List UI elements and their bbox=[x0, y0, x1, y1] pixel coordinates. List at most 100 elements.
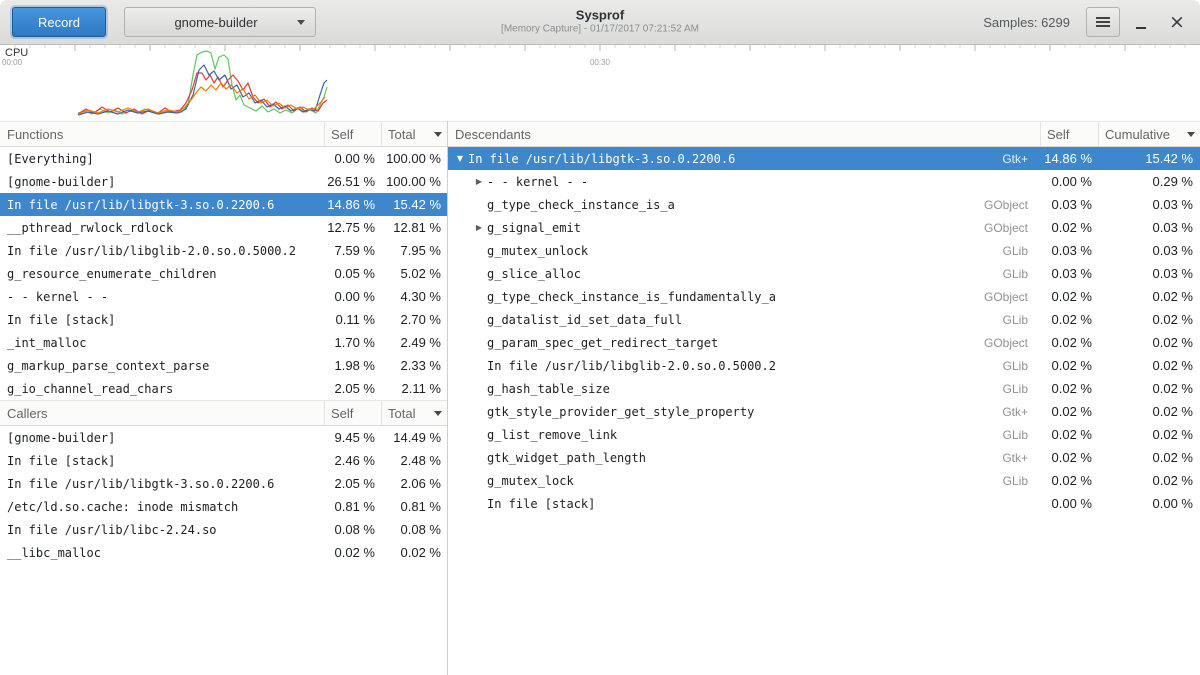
cpu-timeline[interactable]: CPU 00:00 00:30 bbox=[0, 45, 1200, 121]
callers-column-header[interactable]: Callers bbox=[0, 401, 324, 425]
menu-button[interactable] bbox=[1086, 7, 1120, 37]
descendants-table-header: Descendants Self Cumulative bbox=[448, 121, 1200, 147]
expander-collapsed-icon[interactable]: ▶ bbox=[471, 177, 487, 186]
table-row[interactable]: g_mutex_lockGLib0.02 %0.02 % bbox=[448, 469, 1200, 492]
cumulative-percent: 0.03 % bbox=[1098, 243, 1200, 258]
close-button[interactable]: × bbox=[1162, 7, 1192, 37]
cumulative-percent: 0.02 % bbox=[1098, 381, 1200, 396]
self-percent: 0.02 % bbox=[1040, 427, 1098, 442]
cumulative-percent: 0.02 % bbox=[1098, 427, 1200, 442]
right-pane: Descendants Self Cumulative ▼In file /us… bbox=[448, 121, 1200, 675]
library-category: GLib bbox=[1003, 359, 1040, 373]
self-percent: 0.81 % bbox=[324, 499, 381, 514]
sort-descending-icon bbox=[434, 411, 442, 416]
library-category: GObject bbox=[984, 290, 1040, 304]
table-row[interactable]: __libc_malloc0.02 %0.02 % bbox=[0, 541, 447, 564]
self-percent: 0.02 % bbox=[1040, 450, 1098, 465]
library-category: GLib bbox=[1003, 244, 1040, 258]
table-row[interactable]: _int_malloc1.70 %2.49 % bbox=[0, 331, 447, 354]
minimize-icon bbox=[1136, 27, 1146, 29]
table-row[interactable]: ▶g_signal_emitGObject0.02 %0.03 % bbox=[448, 216, 1200, 239]
table-row[interactable]: g_markup_parse_context_parse1.98 %2.33 % bbox=[0, 354, 447, 377]
time-label-mid: 00:30 bbox=[590, 58, 610, 67]
table-row[interactable]: /etc/ld.so.cache: inode mismatch0.81 %0.… bbox=[0, 495, 447, 518]
self-percent: 2.05 % bbox=[324, 476, 381, 491]
table-row[interactable]: [Everything]0.00 %100.00 % bbox=[0, 147, 447, 170]
cpu-red-line bbox=[78, 73, 327, 114]
table-row[interactable]: g_type_check_instance_is_fundamentally_a… bbox=[448, 285, 1200, 308]
function-name: g_param_spec_get_redirect_target bbox=[487, 336, 718, 350]
table-row[interactable]: g_resource_enumerate_children0.05 %5.02 … bbox=[0, 262, 447, 285]
expander-collapsed-icon[interactable]: ▶ bbox=[471, 223, 487, 232]
function-name: [Everything] bbox=[0, 152, 324, 166]
table-row[interactable]: g_list_remove_linkGLib0.02 %0.02 % bbox=[448, 423, 1200, 446]
library-category: GLib bbox=[1003, 428, 1040, 442]
callers-self-column-header[interactable]: Self bbox=[324, 401, 381, 425]
cumulative-percent: 0.03 % bbox=[1098, 220, 1200, 235]
table-row[interactable]: g_type_check_instance_is_aGObject0.03 %0… bbox=[448, 193, 1200, 216]
total-percent: 2.49 % bbox=[381, 335, 447, 350]
cumulative-percent: 15.42 % bbox=[1098, 151, 1200, 166]
callers-total-column-header[interactable]: Total bbox=[381, 401, 447, 425]
table-row[interactable]: [gnome-builder]9.45 %14.49 % bbox=[0, 426, 447, 449]
table-row[interactable]: [gnome-builder]26.51 %100.00 % bbox=[0, 170, 447, 193]
descendants-self-column-header[interactable]: Self bbox=[1040, 122, 1098, 146]
table-row[interactable]: In file [stack]0.11 %2.70 % bbox=[0, 308, 447, 331]
table-row[interactable]: g_hash_table_sizeGLib0.02 %0.02 % bbox=[448, 377, 1200, 400]
table-row[interactable]: In file [stack]2.46 %2.48 % bbox=[0, 449, 447, 472]
self-percent: 2.05 % bbox=[324, 381, 381, 396]
table-row[interactable]: g_param_spec_get_redirect_targetGObject0… bbox=[448, 331, 1200, 354]
library-category: GLib bbox=[1003, 474, 1040, 488]
total-percent: 14.49 % bbox=[381, 430, 447, 445]
cumulative-percent: 0.29 % bbox=[1098, 174, 1200, 189]
total-percent: 4.30 % bbox=[381, 289, 447, 304]
table-row[interactable]: In file /usr/lib/libglib-2.0.so.0.5000.2… bbox=[0, 239, 447, 262]
descendants-column-header[interactable]: Descendants bbox=[448, 122, 1040, 146]
table-row[interactable]: In file /usr/lib/libglib-2.0.so.0.5000.2… bbox=[448, 354, 1200, 377]
table-row[interactable]: g_mutex_unlockGLib0.03 %0.03 % bbox=[448, 239, 1200, 262]
record-button[interactable]: Record bbox=[12, 7, 106, 37]
function-name: In file [stack] bbox=[0, 454, 324, 468]
cumulative-percent: 0.02 % bbox=[1098, 404, 1200, 419]
function-name: - - kernel - - bbox=[0, 290, 324, 304]
expander-expanded-icon[interactable]: ▼ bbox=[452, 154, 468, 163]
cumulative-percent: 0.02 % bbox=[1098, 473, 1200, 488]
self-percent: 0.00 % bbox=[324, 151, 381, 166]
self-percent: 0.02 % bbox=[1040, 312, 1098, 327]
self-percent: 0.03 % bbox=[1040, 266, 1098, 281]
table-row[interactable]: g_slice_allocGLib0.03 %0.03 % bbox=[448, 262, 1200, 285]
self-percent: 0.11 % bbox=[324, 312, 381, 327]
table-row[interactable]: gtk_widget_path_lengthGtk+0.02 %0.02 % bbox=[448, 446, 1200, 469]
total-percent: 15.42 % bbox=[381, 197, 447, 212]
table-row[interactable]: __pthread_rwlock_rdlock12.75 %12.81 % bbox=[0, 216, 447, 239]
function-name: [gnome-builder] bbox=[0, 431, 324, 445]
library-category: GLib bbox=[1003, 382, 1040, 396]
self-percent: 0.03 % bbox=[1040, 243, 1098, 258]
minimize-button[interactable] bbox=[1126, 7, 1156, 37]
function-name: g_list_remove_link bbox=[487, 428, 617, 442]
self-percent: 0.02 % bbox=[1040, 381, 1098, 396]
table-row[interactable]: In file /usr/lib/libgtk-3.so.0.2200.614.… bbox=[0, 193, 447, 216]
table-row[interactable]: g_datalist_id_set_data_fullGLib0.02 %0.0… bbox=[448, 308, 1200, 331]
descendants-cumulative-column-header[interactable]: Cumulative bbox=[1098, 122, 1200, 146]
table-row[interactable]: In file /usr/lib/libgtk-3.so.0.2200.62.0… bbox=[0, 472, 447, 495]
function-name: In file [stack] bbox=[0, 313, 324, 327]
table-row[interactable]: In file /usr/lib/libc-2.24.so0.08 %0.08 … bbox=[0, 518, 447, 541]
table-row[interactable]: - - kernel - -0.00 %4.30 % bbox=[0, 285, 447, 308]
function-name: In file /usr/lib/libglib-2.0.so.0.5000.2 bbox=[487, 359, 776, 373]
function-name: gtk_widget_path_length bbox=[487, 451, 646, 465]
function-name: g_resource_enumerate_children bbox=[0, 267, 324, 281]
function-name: _int_malloc bbox=[0, 336, 324, 350]
table-row[interactable]: gtk_style_provider_get_style_propertyGtk… bbox=[448, 400, 1200, 423]
process-selector-dropdown[interactable]: gnome-builder bbox=[124, 7, 316, 37]
table-row[interactable]: ▼In file /usr/lib/libgtk-3.so.0.2200.6Gt… bbox=[448, 147, 1200, 170]
table-row[interactable]: ▶- - kernel - -0.00 %0.29 % bbox=[448, 170, 1200, 193]
table-row[interactable]: In file [stack]0.00 %0.00 % bbox=[448, 492, 1200, 515]
functions-self-column-header[interactable]: Self bbox=[324, 122, 381, 146]
callers-total-header-label: Total bbox=[388, 406, 415, 421]
library-category: GLib bbox=[1003, 267, 1040, 281]
functions-column-header[interactable]: Functions bbox=[0, 122, 324, 146]
functions-total-column-header[interactable]: Total bbox=[381, 122, 447, 146]
table-row[interactable]: g_io_channel_read_chars2.05 %2.11 % bbox=[0, 377, 447, 400]
hamburger-icon bbox=[1096, 17, 1110, 27]
